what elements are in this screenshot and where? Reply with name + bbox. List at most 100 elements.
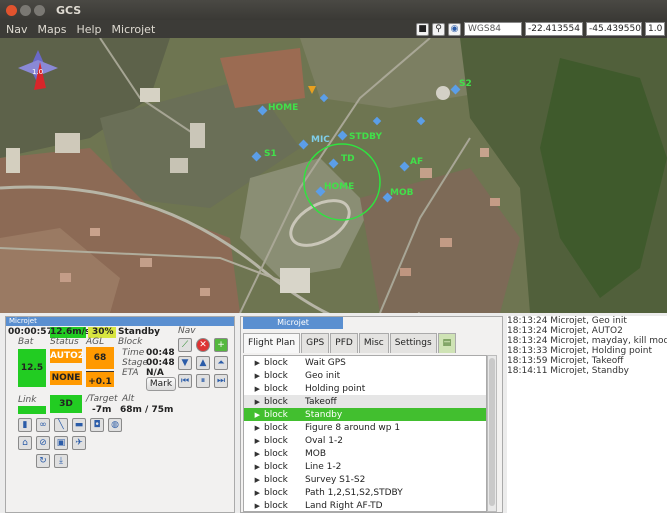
link-indicator [18, 406, 46, 414]
tab-settings[interactable]: Settings [389, 333, 437, 353]
expand-arrow-icon[interactable]: ▶ [244, 476, 264, 484]
land-icon[interactable]: ⤓ [54, 454, 68, 468]
log-line: 18:13:33 Microjet, Holding point [507, 346, 653, 356]
svg-text:1.0: 1.0 [32, 68, 43, 76]
square-icon[interactable]: ■ [416, 22, 429, 36]
menu-microjet[interactable]: Microjet [112, 23, 156, 36]
status-mode: AUTO2 [50, 349, 85, 363]
link-chain-icon[interactable]: ∞ [36, 418, 50, 432]
expand-arrow-icon[interactable]: ▶ [244, 489, 264, 497]
expand-arrow-icon[interactable]: ▶ [244, 385, 264, 393]
skip-forward-icon[interactable]: ⏭ [214, 374, 228, 388]
block-label: Block [118, 337, 143, 347]
menu-maps[interactable]: Maps [37, 23, 66, 36]
block-list-scrollbar[interactable] [487, 355, 497, 512]
block-row[interactable]: ▶ block Geo init [244, 369, 486, 382]
log-line: 18:13:59 Microjet, Takeoff [507, 356, 624, 366]
refresh-icon[interactable]: ↻ [36, 454, 50, 468]
menu-help[interactable]: Help [76, 23, 101, 36]
circle-shield-icon[interactable]: ◍ [108, 418, 122, 432]
block-row[interactable]: ▶ block Path 1,2,S1,S2,STDBY [244, 486, 486, 499]
projection-select[interactable]: WGS84 [464, 22, 522, 36]
block-row[interactable]: ▶ block MOB [244, 447, 486, 460]
map-toolbar: ■ ⚲ ◉ WGS84 -22.413554 -45.439550 1.0 [416, 20, 667, 38]
bat-label: Bat [18, 337, 34, 347]
tab-gps[interactable]: GPS [301, 333, 330, 353]
runway-icon[interactable]: ▬ [72, 418, 86, 432]
tab-flight-plan[interactable]: Flight Plan [243, 333, 301, 353]
pause-icon[interactable]: ⏸ [196, 374, 210, 388]
block-row[interactable]: ▶ block Line 1-2 [244, 460, 486, 473]
waypoint-label: MOB [390, 188, 414, 198]
expand-arrow-icon[interactable]: ▶ [244, 411, 264, 419]
block-row-current[interactable]: ▶ block Standby [244, 408, 486, 421]
climb-value: +0.1 [86, 371, 114, 387]
stage-label: Stage [122, 358, 149, 368]
block-row[interactable]: ▶ block Holding point [244, 382, 486, 395]
lon-readout: -45.439550 [586, 22, 642, 36]
rotate-icon[interactable]: ⊘ [36, 436, 50, 450]
strip-title: Microjet [6, 317, 234, 326]
expand-arrow-icon[interactable]: ▶ [244, 502, 264, 510]
time-label: Time [122, 348, 145, 358]
tab-pfd[interactable]: PFD [330, 333, 358, 353]
block-row[interactable]: ▶ block Takeoff [244, 395, 486, 408]
plane-icon[interactable]: ✈ [72, 436, 86, 450]
waypoint-label: MIC [311, 135, 330, 145]
menu-nav[interactable]: Nav [6, 23, 27, 36]
minimize-window-button[interactable] [20, 4, 31, 16]
expand-arrow-icon[interactable]: ▶ [244, 398, 264, 406]
gps-mode: NONE [50, 371, 82, 385]
globe-icon[interactable]: ◉ [448, 22, 461, 36]
resurrect-icon[interactable]: + [214, 338, 228, 352]
link-label: Link [18, 395, 37, 405]
lat-readout: -22.413554 [525, 22, 583, 36]
arrow-up-double-icon[interactable]: ⏶ [214, 356, 228, 370]
kill-icon[interactable]: ✕ [196, 338, 210, 352]
expand-arrow-icon[interactable]: ▶ [244, 424, 264, 432]
window-title: GCS [56, 3, 82, 17]
battery-value: 12.5 [18, 349, 46, 387]
block-row[interactable]: ▶ block Land Right AF-TD [244, 499, 486, 511]
image-icon[interactable]: ▣ [54, 436, 68, 450]
flight-plan-block-list[interactable]: ▶ block Wait GPS ▶ block Geo init ▶ block Hold… [243, 355, 487, 512]
flag-icon[interactable]: ▮ [18, 418, 32, 432]
nav-label: Nav [178, 326, 196, 336]
shield-icon[interactable]: ◘ [90, 418, 104, 432]
block-row[interactable]: ▶ block Oval 1-2 [244, 434, 486, 447]
waypoint-label: AF [410, 157, 423, 167]
flight-plan-panel: Microjet Flight Plan GPS PFD Misc Settin… [240, 316, 503, 513]
expand-arrow-icon[interactable]: ▶ [244, 372, 264, 380]
target-diff: -7m [92, 405, 112, 415]
stage-time: 00:48 [146, 358, 175, 368]
aircraft-strip: Microjet 00:00:57 12.6m/s 30% Standby Ba… [5, 316, 235, 513]
target-label: /Target [86, 394, 118, 404]
scrollbar-thumb[interactable] [489, 358, 495, 506]
log-line: 18:13:24 Microjet, AUTO2 [507, 326, 623, 336]
skip-back-icon[interactable]: ⏮ [178, 374, 192, 388]
search-icon[interactable]: ⚲ [432, 22, 445, 36]
launch-icon[interactable]: ⟋ [178, 338, 192, 352]
eta-label: ETA [122, 368, 139, 378]
map-view[interactable]: 1.0 HOME STDBY S1 S2 TD HOME MOB MIC AF [0, 38, 667, 313]
zoom-spinbox[interactable]: 1.0 [645, 22, 665, 36]
alt-label: Alt [122, 394, 135, 404]
arrow-up-icon[interactable]: ▲ [196, 356, 210, 370]
home-icon[interactable]: ⌂ [18, 436, 32, 450]
save-settings-icon[interactable]: ▤ [437, 333, 457, 353]
line-tool-icon[interactable]: ╲ [54, 418, 68, 432]
block-row[interactable]: ▶ block Wait GPS [244, 356, 486, 369]
expand-arrow-icon[interactable]: ▶ [244, 437, 264, 445]
tab-misc[interactable]: Misc [358, 333, 389, 353]
log-line: 18:13:24 Microjet, Geo init [507, 316, 627, 326]
block-time: 00:48 [146, 348, 175, 358]
maximize-window-button[interactable] [34, 4, 45, 16]
mark-button[interactable]: Mark [146, 377, 176, 391]
close-window-button[interactable] [6, 4, 17, 16]
arrow-down-icon[interactable]: ▼ [178, 356, 192, 370]
expand-arrow-icon[interactable]: ▶ [244, 450, 264, 458]
block-row[interactable]: ▶ block Figure 8 around wp 1 [244, 421, 486, 434]
block-row[interactable]: ▶ block Survey S1-S2 [244, 473, 486, 486]
expand-arrow-icon[interactable]: ▶ [244, 359, 264, 367]
expand-arrow-icon[interactable]: ▶ [244, 463, 264, 471]
